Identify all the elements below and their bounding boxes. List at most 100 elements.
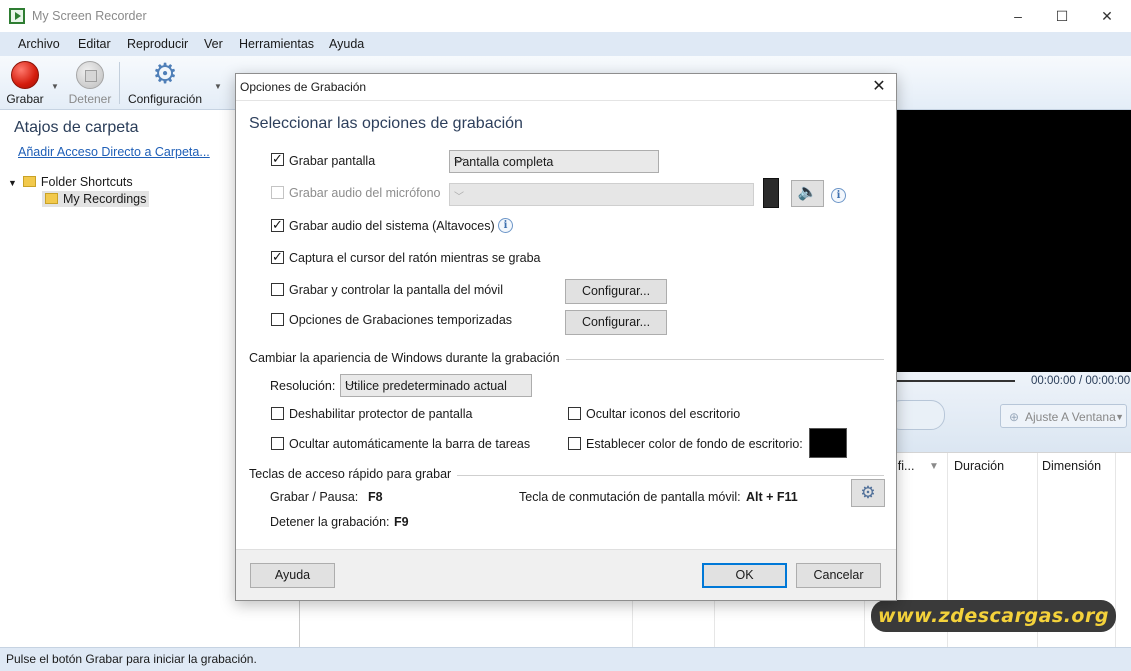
record-pause-label: Grabar / Pausa:	[270, 490, 359, 504]
video-preview	[897, 110, 1131, 372]
mic-level-meter	[763, 178, 779, 208]
stop-label: Detener	[68, 92, 112, 106]
menu-ayuda[interactable]: Ayuda	[329, 37, 364, 51]
window-titlebar: My Screen Recorder – ☐ ✕	[0, 0, 1131, 32]
fit-window-label: Ajuste A Ventana	[1025, 410, 1116, 424]
hotkeys-group-title: Teclas de acceso rápido para grabar	[249, 467, 458, 481]
mobile-toggle-label: Tecla de conmutación de pantalla móvil:	[519, 490, 741, 504]
resolution-label: Resolución:	[270, 379, 336, 393]
chevron-down-icon: ▼	[1115, 412, 1124, 422]
seek-bar[interactable]	[897, 380, 1015, 382]
record-pause-key: F8	[368, 490, 383, 504]
toolbar-separator	[119, 62, 120, 104]
system-audio-label: Grabar audio del sistema (Altavoces)	[289, 219, 495, 233]
hide-desktop-icons-checkbox[interactable]	[568, 407, 581, 420]
mobile-screen-label: Grabar y controlar la pantalla del móvil	[289, 283, 503, 297]
appearance-group-title: Cambiar la apariencia de Windows durante…	[249, 351, 566, 365]
add-folder-shortcut-link[interactable]: Añadir Acceso Directo a Carpeta...	[18, 145, 210, 159]
tree-item-my-recordings[interactable]: My Recordings	[42, 191, 150, 207]
config-label: Configuración	[127, 92, 203, 106]
dialog-footer: Ayuda OK Cancelar	[236, 549, 896, 600]
panel-heading: Atajos de carpeta	[14, 119, 139, 136]
player-controls: 00:00:00 / 00:00:00 ⊕ Ajuste A Ventana ▼	[887, 372, 1131, 452]
stop-icon	[76, 61, 104, 89]
app-icon	[9, 8, 25, 24]
menu-reproducir[interactable]: Reproducir	[127, 37, 188, 51]
speaker-button[interactable]: 🔈	[791, 180, 824, 207]
mic-device-select[interactable]: ﹀	[449, 183, 754, 206]
help-button[interactable]: Ayuda	[250, 563, 335, 588]
chevron-down-icon: ﹀	[345, 383, 355, 394]
gear-icon: ⚙	[152, 58, 178, 89]
maximize-button[interactable]: ☐	[1039, 0, 1085, 32]
playback-time: 00:00:00 / 00:00:00	[1031, 375, 1131, 387]
disable-screensaver-checkbox[interactable]	[271, 407, 284, 420]
tree-root[interactable]: ▼ Folder Shortcuts	[8, 175, 133, 189]
dialog-title: Opciones de Grabación	[240, 80, 367, 94]
config-button[interactable]: ⚙ Configuración	[124, 56, 206, 110]
ok-button[interactable]: OK	[702, 563, 787, 588]
resolution-select[interactable]: Utilice predeterminado actual ﹀	[340, 374, 532, 397]
sort-icon: ▼	[929, 461, 939, 472]
close-button[interactable]: ✕	[1084, 0, 1130, 32]
stop-button[interactable]: Detener	[64, 56, 116, 110]
status-bar: Pulse el botón Grabar para iniciar la gr…	[0, 647, 1131, 671]
system-audio-info-icon[interactable]: i	[498, 218, 513, 233]
column-header-dimension[interactable]: Dimensión	[1042, 459, 1101, 473]
recording-options-dialog: Opciones de Grabación ✕ Seleccionar las …	[235, 73, 897, 601]
status-text: Pulse el botón Grabar para iniciar la gr…	[6, 652, 257, 666]
dialog-close-icon[interactable]: ✕	[868, 76, 890, 98]
scheduled-recording-checkbox[interactable]	[271, 313, 284, 326]
dialog-titlebar: Opciones de Grabación ✕	[236, 74, 896, 101]
cancel-button[interactable]: Cancelar	[796, 563, 881, 588]
menu-archivo[interactable]: Archivo	[18, 37, 60, 51]
fit-window-button[interactable]: ⊕ Ajuste A Ventana ▼	[1000, 404, 1127, 428]
speaker-icon: 🔈	[797, 184, 818, 201]
desktop-bg-checkbox[interactable]	[568, 437, 581, 450]
capture-cursor-checkbox[interactable]	[271, 249, 284, 265]
record-dropdown-icon[interactable]: ▼	[51, 82, 59, 91]
record-icon	[11, 61, 39, 89]
gear-icon: ⚙	[860, 483, 876, 502]
record-label: Grabar	[6, 92, 44, 106]
stop-recording-key: F9	[394, 515, 409, 529]
column-header-duration[interactable]: Duración	[954, 459, 1004, 473]
window-title: My Screen Recorder	[32, 9, 147, 23]
config-dropdown-icon[interactable]: ▼	[214, 82, 222, 91]
folder-icon	[22, 176, 36, 187]
menu-herramientas[interactable]: Herramientas	[239, 37, 314, 51]
minimize-button[interactable]: –	[995, 0, 1041, 32]
stop-recording-label: Detener la grabación:	[270, 515, 390, 529]
column-header-modified[interactable]: ifi...	[895, 459, 914, 473]
watermark: www.zdescargas.org	[871, 600, 1116, 632]
record-screen-label: Grabar pantalla	[289, 154, 376, 168]
menu-editar[interactable]: Editar	[78, 37, 111, 51]
capture-cursor-label: Captura el cursor del ratón mientras se …	[289, 251, 541, 265]
record-button[interactable]: Grabar	[2, 56, 48, 110]
mobile-configure-button[interactable]: Configurar...	[565, 279, 667, 304]
chevron-down-icon: ﹀	[454, 192, 464, 203]
zoom-icon: ⊕	[1009, 410, 1020, 424]
menu-ver[interactable]: Ver	[204, 37, 223, 51]
disable-screensaver-label: Deshabilitar protector de pantalla	[289, 407, 473, 421]
mobile-toggle-key: Alt + F11	[746, 490, 798, 504]
hotkey-settings-button[interactable]: ⚙	[851, 479, 885, 507]
tree-expand-icon[interactable]: ▼	[8, 178, 17, 188]
autohide-taskbar-checkbox[interactable]	[271, 437, 284, 450]
dialog-heading: Seleccionar las opciones de grabación	[249, 115, 523, 132]
autohide-taskbar-label: Ocultar automáticamente la barra de tare…	[289, 437, 531, 451]
mic-audio-checkbox[interactable]	[271, 186, 284, 199]
scheduled-recording-label: Opciones de Grabaciones temporizadas	[289, 313, 513, 327]
mic-info-icon[interactable]: i	[831, 188, 846, 203]
mobile-screen-checkbox[interactable]	[271, 283, 284, 296]
menu-bar: Archivo Editar Reproducir Ver Herramient…	[0, 32, 1131, 56]
system-audio-checkbox[interactable]	[271, 217, 284, 233]
screen-area-select[interactable]: Pantalla completa ﹀	[449, 150, 659, 173]
record-screen-checkbox[interactable]	[271, 151, 284, 167]
tree-root-label: Folder Shortcuts	[40, 175, 133, 189]
desktop-bg-color-swatch[interactable]	[809, 428, 847, 458]
tree-item-label: My Recordings	[63, 192, 147, 206]
scheduled-configure-button[interactable]: Configurar...	[565, 310, 667, 335]
chevron-down-icon: ﹀	[454, 159, 464, 170]
hide-desktop-icons-label: Ocultar iconos del escritorio	[586, 407, 741, 421]
